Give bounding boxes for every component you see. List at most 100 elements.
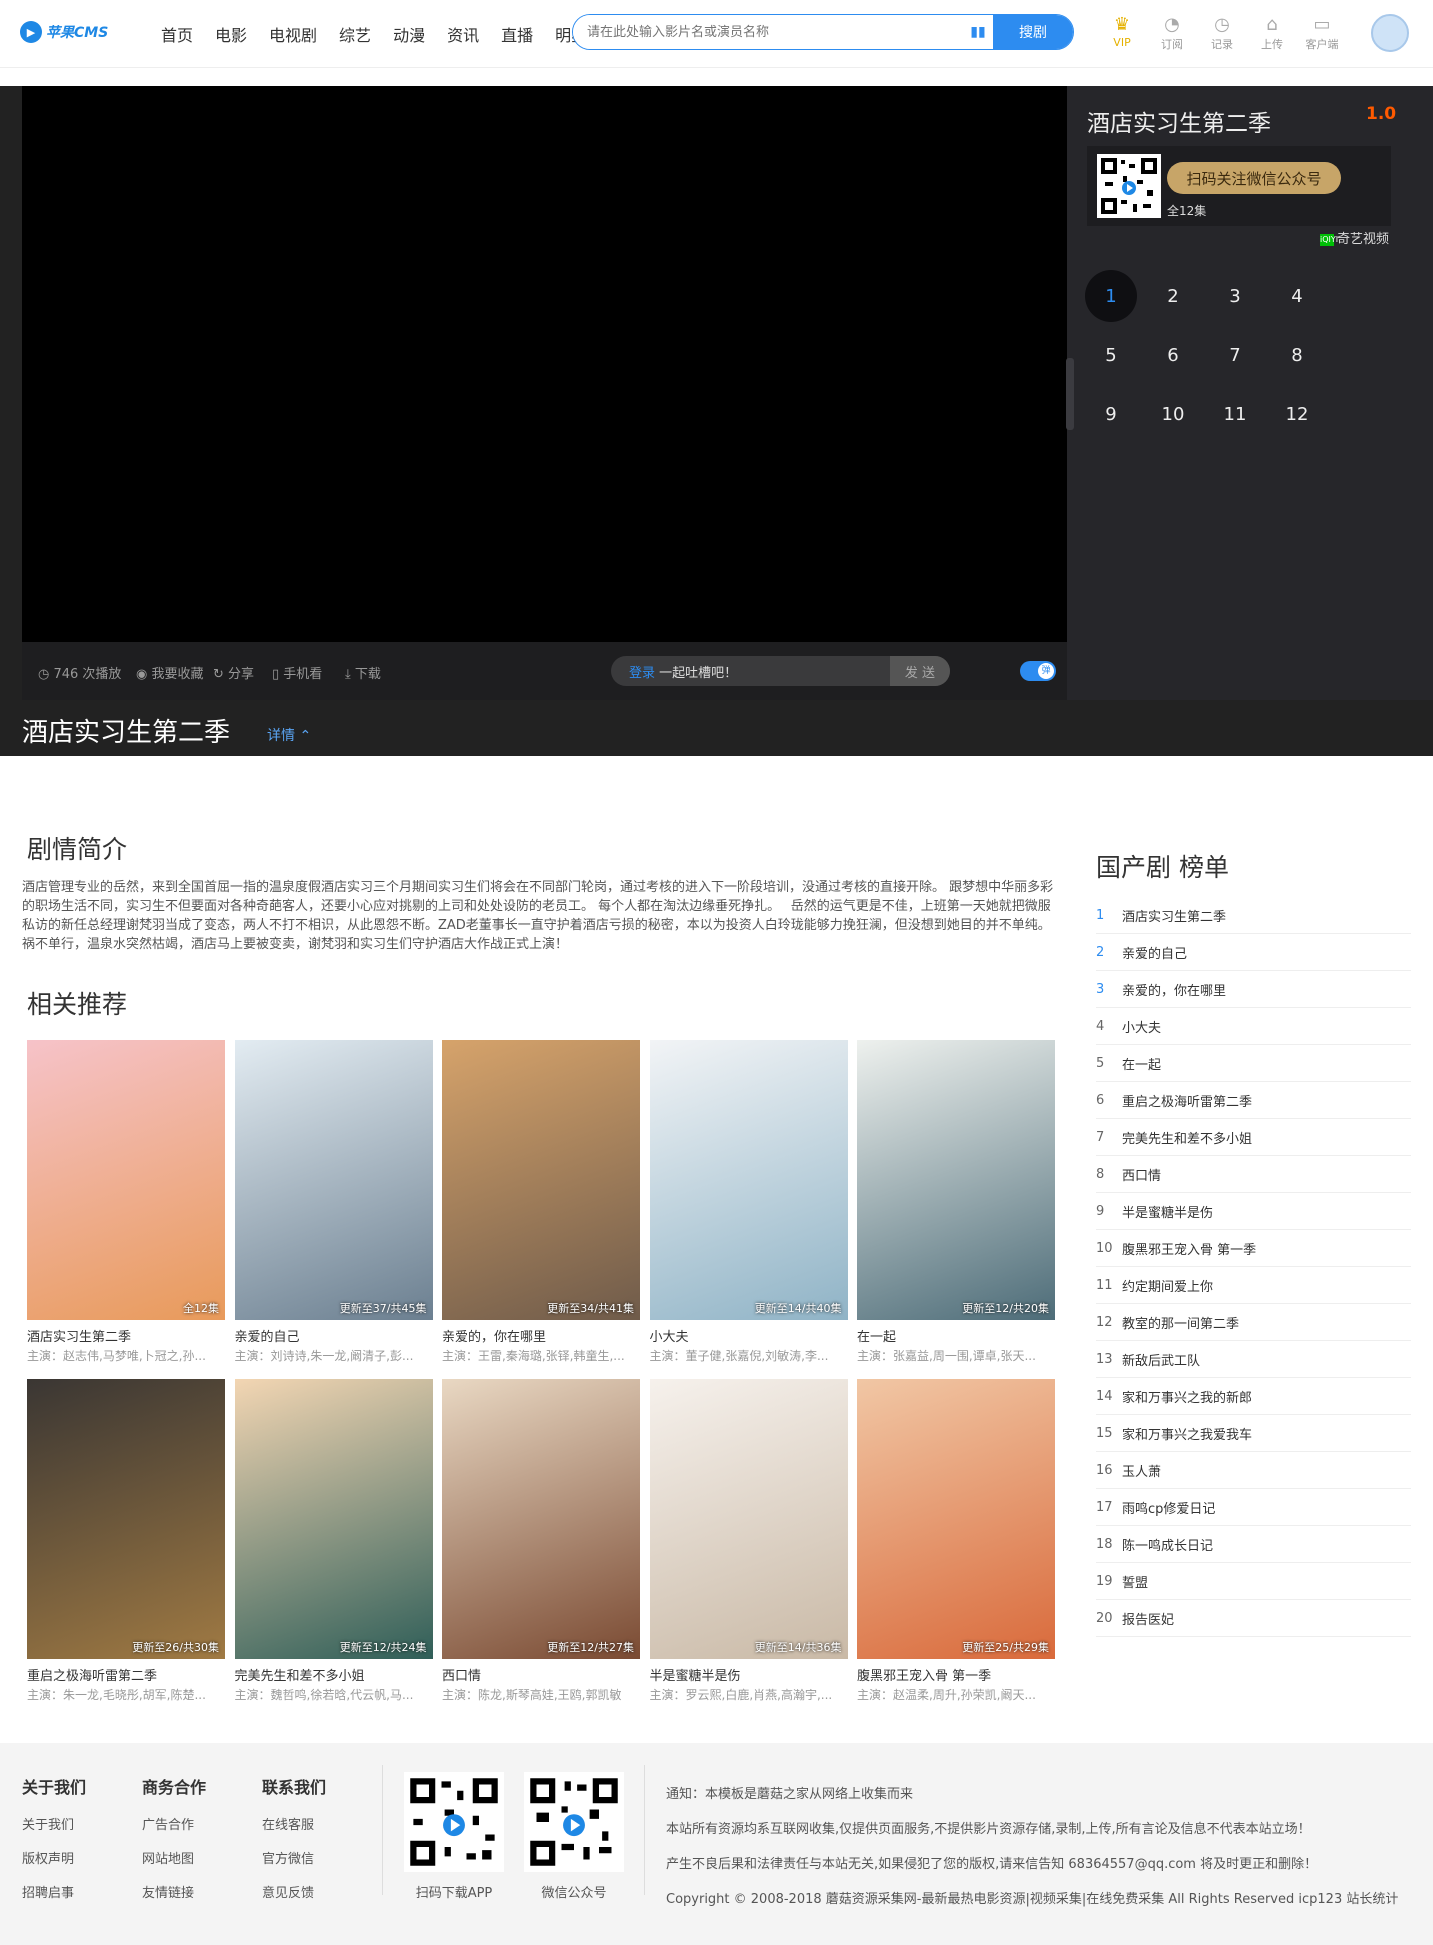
- related-card[interactable]: 更新至12/共24集 完美先生和差不多小姐 主演：魏哲鸣,徐若晗,代云帆,马...: [234, 1379, 433, 1703]
- vip-link[interactable]: ♛ VIP: [1102, 14, 1142, 49]
- rank-item[interactable]: 15 家和万事兴之我爱我车: [1096, 1415, 1411, 1452]
- rank-item[interactable]: 18 陈一鸣成长日记: [1096, 1526, 1411, 1563]
- footer-link[interactable]: 官方微信: [262, 1848, 326, 1867]
- detail-toggle[interactable]: 详情 ⌃: [267, 725, 311, 745]
- episode-button[interactable]: 4: [1271, 270, 1323, 322]
- panel-collapse-handle[interactable]: [1066, 358, 1074, 430]
- rank-item[interactable]: 20 报告医妃: [1096, 1600, 1411, 1637]
- rank-item[interactable]: 5 在一起: [1096, 1045, 1411, 1082]
- poster-image[interactable]: 更新至12/共24集: [234, 1379, 433, 1659]
- card-title[interactable]: 西口情: [442, 1665, 640, 1684]
- danmu-input[interactable]: 登录 一起吐槽吧！ 发 送: [611, 656, 950, 686]
- related-card[interactable]: 更新至25/共29集 腹黑邪王宠入骨 第一季 主演：赵温柔,周升,孙荣凯,阚天...: [857, 1379, 1055, 1703]
- share-button[interactable]: ↻ 分享: [213, 663, 254, 682]
- poster-image[interactable]: 更新至14/共36集: [649, 1379, 848, 1659]
- poster-image[interactable]: 更新至12/共20集: [857, 1040, 1055, 1320]
- rank-item[interactable]: 6 重启之极海听雷第二季: [1096, 1082, 1411, 1119]
- rank-item[interactable]: 13 新敌后武工队: [1096, 1341, 1411, 1378]
- related-card[interactable]: 更新至34/共41集 亲爱的，你在哪里 主演：王雷,秦海璐,张铎,韩童生,...: [442, 1040, 640, 1364]
- site-logo[interactable]: ▶ 苹果CMS: [20, 18, 110, 46]
- episode-button[interactable]: 7: [1209, 329, 1261, 381]
- poster-image[interactable]: 更新至12/共27集: [442, 1379, 640, 1659]
- rank-item[interactable]: 11 约定期间爱上你: [1096, 1267, 1411, 1304]
- nav-item-anime[interactable]: 动漫: [393, 22, 425, 46]
- related-card[interactable]: 更新至26/共30集 重启之极海听雷第二季 主演：朱一龙,毛晓彤,胡军,陈楚...: [27, 1379, 225, 1703]
- mobile-button[interactable]: ▯ 手机看: [272, 663, 322, 682]
- search-button[interactable]: 搜剧: [993, 15, 1073, 49]
- footer-link[interactable]: 网站地图: [142, 1848, 206, 1867]
- card-title[interactable]: 重启之极海听雷第二季: [27, 1665, 225, 1684]
- card-title[interactable]: 亲爱的，你在哪里: [442, 1326, 640, 1345]
- nav-item-home[interactable]: 首页: [161, 22, 193, 46]
- follow-wechat-button[interactable]: 扫码关注微信公众号: [1167, 162, 1341, 194]
- upload-link[interactable]: ⌂ 上传: [1252, 14, 1292, 52]
- rank-item[interactable]: 10 腹黑邪王宠入骨 第一季: [1096, 1230, 1411, 1267]
- search-input[interactable]: [573, 15, 963, 49]
- episode-button[interactable]: 6: [1147, 329, 1199, 381]
- episode-button[interactable]: 1: [1085, 270, 1137, 322]
- footer-link[interactable]: 版权声明: [22, 1848, 86, 1867]
- card-title[interactable]: 在一起: [857, 1326, 1055, 1345]
- favorite-button[interactable]: ◉ 我要收藏: [136, 663, 204, 682]
- related-card[interactable]: 更新至12/共20集 在一起 主演：张嘉益,周一围,谭卓,张天...: [857, 1040, 1055, 1364]
- rank-item[interactable]: 14 家和万事兴之我的新郎: [1096, 1378, 1411, 1415]
- episode-button[interactable]: 12: [1271, 388, 1323, 440]
- nav-item-variety[interactable]: 综艺: [339, 22, 371, 46]
- episode-button[interactable]: 8: [1271, 329, 1323, 381]
- history-link[interactable]: ◷ 记录: [1202, 14, 1242, 52]
- episode-button[interactable]: 2: [1147, 270, 1199, 322]
- user-avatar[interactable]: [1371, 14, 1409, 52]
- voice-bars-icon[interactable]: ▮▮: [963, 15, 993, 49]
- rank-item[interactable]: 16 玉人萧: [1096, 1452, 1411, 1489]
- card-title[interactable]: 腹黑邪王宠入骨 第一季: [857, 1665, 1055, 1684]
- danmu-send-button[interactable]: 发 送: [890, 656, 950, 686]
- footer-link[interactable]: 在线客服: [262, 1814, 326, 1833]
- card-title[interactable]: 半是蜜糖半是伤: [650, 1665, 848, 1684]
- nav-item-live[interactable]: 直播: [501, 22, 533, 46]
- danmu-login-link[interactable]: 登录: [629, 666, 655, 681]
- nav-item-news[interactable]: 资讯: [447, 22, 479, 46]
- rank-item[interactable]: 4 小大夫: [1096, 1008, 1411, 1045]
- rank-item[interactable]: 2 亲爱的自己: [1096, 934, 1411, 971]
- rank-item[interactable]: 9 半是蜜糖半是伤: [1096, 1193, 1411, 1230]
- related-card[interactable]: 全12集 酒店实习生第二季 主演：赵志伟,马梦唯,卜冠之,孙...: [27, 1040, 225, 1364]
- related-card[interactable]: 更新至14/共40集 小大夫 主演：董子健,张嘉倪,刘敏涛,李...: [649, 1040, 848, 1364]
- footer-link[interactable]: 友情链接: [142, 1882, 206, 1901]
- rank-item[interactable]: 3 亲爱的，你在哪里: [1096, 971, 1411, 1008]
- episode-button[interactable]: 10: [1147, 388, 1199, 440]
- episode-button[interactable]: 11: [1209, 388, 1261, 440]
- footer-link[interactable]: 广告合作: [142, 1814, 206, 1833]
- related-card[interactable]: 更新至14/共36集 半是蜜糖半是伤 主演：罗云熙,白鹿,肖燕,高瀚宇,...: [649, 1379, 848, 1703]
- client-link[interactable]: ▭ 客户端: [1302, 14, 1342, 52]
- video-player[interactable]: [22, 86, 1067, 642]
- download-button[interactable]: ⤓ 下载: [345, 663, 381, 682]
- poster-image[interactable]: 更新至37/共45集: [234, 1040, 433, 1320]
- rank-item[interactable]: 7 完美先生和差不多小姐: [1096, 1119, 1411, 1156]
- source-selector[interactable]: iQIYI奇艺视频: [1320, 228, 1389, 247]
- rank-item[interactable]: 1 酒店实习生第二季: [1096, 897, 1411, 934]
- related-card[interactable]: 更新至37/共45集 亲爱的自己 主演：刘诗诗,朱一龙,阚清子,彭...: [234, 1040, 433, 1364]
- subscribe-link[interactable]: ◔ 订阅: [1152, 14, 1192, 52]
- rank-item[interactable]: 12 教室的那一间第二季: [1096, 1304, 1411, 1341]
- card-title[interactable]: 完美先生和差不多小姐: [235, 1665, 433, 1684]
- poster-image[interactable]: 更新至14/共40集: [649, 1040, 848, 1320]
- nav-item-movie[interactable]: 电影: [215, 22, 247, 46]
- card-title[interactable]: 亲爱的自己: [235, 1326, 433, 1345]
- footer-link[interactable]: 招聘启事: [22, 1882, 86, 1901]
- episode-button[interactable]: 5: [1085, 329, 1137, 381]
- footer-link[interactable]: 意见反馈: [262, 1882, 326, 1901]
- poster-image[interactable]: 更新至25/共29集: [857, 1379, 1055, 1659]
- rank-item[interactable]: 17 雨鸣cp修爱日记: [1096, 1489, 1411, 1526]
- poster-image[interactable]: 更新至34/共41集: [442, 1040, 640, 1320]
- related-card[interactable]: 更新至12/共27集 西口情 主演：陈龙,斯琴高娃,王鸥,郭凯敏: [442, 1379, 640, 1703]
- nav-item-tv[interactable]: 电视剧: [269, 22, 317, 46]
- card-title[interactable]: 酒店实习生第二季: [27, 1326, 225, 1345]
- rank-item[interactable]: 19 誓盟: [1096, 1563, 1411, 1600]
- episode-button[interactable]: 9: [1085, 388, 1137, 440]
- footer-link[interactable]: 关于我们: [22, 1814, 86, 1833]
- danmu-toggle[interactable]: 弹: [1020, 661, 1056, 681]
- episode-button[interactable]: 3: [1209, 270, 1261, 322]
- poster-image[interactable]: 更新至26/共30集: [27, 1379, 225, 1659]
- poster-image[interactable]: 全12集: [27, 1040, 225, 1320]
- rank-item[interactable]: 8 西口情: [1096, 1156, 1411, 1193]
